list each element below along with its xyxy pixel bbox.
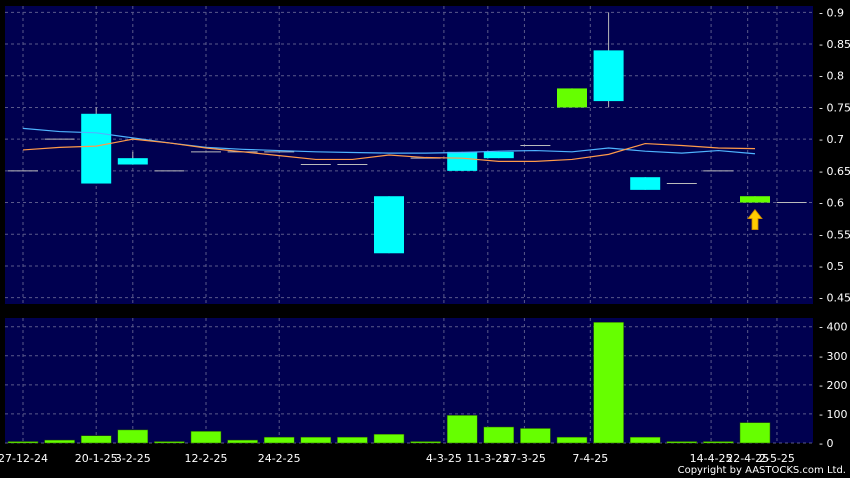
volume-ytick-label: - 100 [819,408,847,421]
candle-body [117,158,148,165]
volume-bar [739,422,771,444]
candle-body [593,50,624,102]
volume-bar [80,435,112,444]
candle-body [447,151,478,171]
volume-bar [300,436,332,444]
volume-bar [373,434,405,444]
volume-bar [190,431,222,444]
x-axis-label: 27-12-24 [0,452,48,465]
candle-body [740,196,770,203]
x-axis-label: 12-2-25 [185,452,228,465]
volume-ytick-label: - 0 [819,437,833,450]
volume-bar [227,439,258,444]
copyright-text: Copyright by AASTOCKS.com Ltd. [677,465,846,476]
price-ytick-label: - 0.55 [819,228,850,241]
price-ytick-label: - 0.85 [819,38,850,51]
volume-bar [117,429,149,444]
price-ytick-label: - 0.75 [819,101,850,114]
volume-bar [703,441,734,444]
volume-bar [446,415,478,444]
volume-ytick-label: - 300 [819,350,847,363]
volume-panel [5,318,813,443]
candle-body [630,177,661,190]
stock-chart: - 0.45 - 0.5 - 0.55 - 0.6 - 0.65 - 0.7 - 0.75 -… [0,6,850,465]
candle-body [483,151,514,159]
volume-ytick-label: - 400 [819,321,847,334]
volume-bar [337,436,368,444]
x-axis-label: 7-4-25 [572,452,608,465]
volume-bar [263,436,295,444]
price-panel [5,6,813,304]
price-ytick-label: - 0.8 [819,70,844,83]
price-ytick-label: - 0.45 [819,292,850,305]
volume-bar [593,322,624,444]
candle-body [374,196,404,254]
volume-bar [666,441,698,444]
volume-bar [410,441,441,444]
price-ytick-label: - 0.65 [819,165,850,178]
x-axis-label: 4-3-25 [426,452,462,465]
x-axis-label: 2-5-25 [759,452,795,465]
x-axis-label: 24-2-25 [258,452,301,465]
volume-bar [7,441,39,444]
price-ytick-label: - 0.9 [819,6,844,19]
x-axis-label: 3-2-25 [115,452,151,465]
price-ytick-label: - 0.6 [819,197,844,210]
x-axis-label: 20-1-25 [75,452,118,465]
volume-bar [629,436,661,444]
volume-bar [44,439,75,444]
x-axis-label: 27-3-25 [503,452,546,465]
candle-body [81,113,112,184]
volume-bar [520,428,551,444]
price-ytick-label: - 0.5 [819,260,844,273]
volume-ytick-label: - 200 [819,379,847,392]
price-ytick-label: - 0.7 [819,133,844,146]
volume-bar [556,436,588,444]
candle-body [557,88,587,108]
volume-bar [154,441,185,444]
volume-bar [483,426,515,444]
